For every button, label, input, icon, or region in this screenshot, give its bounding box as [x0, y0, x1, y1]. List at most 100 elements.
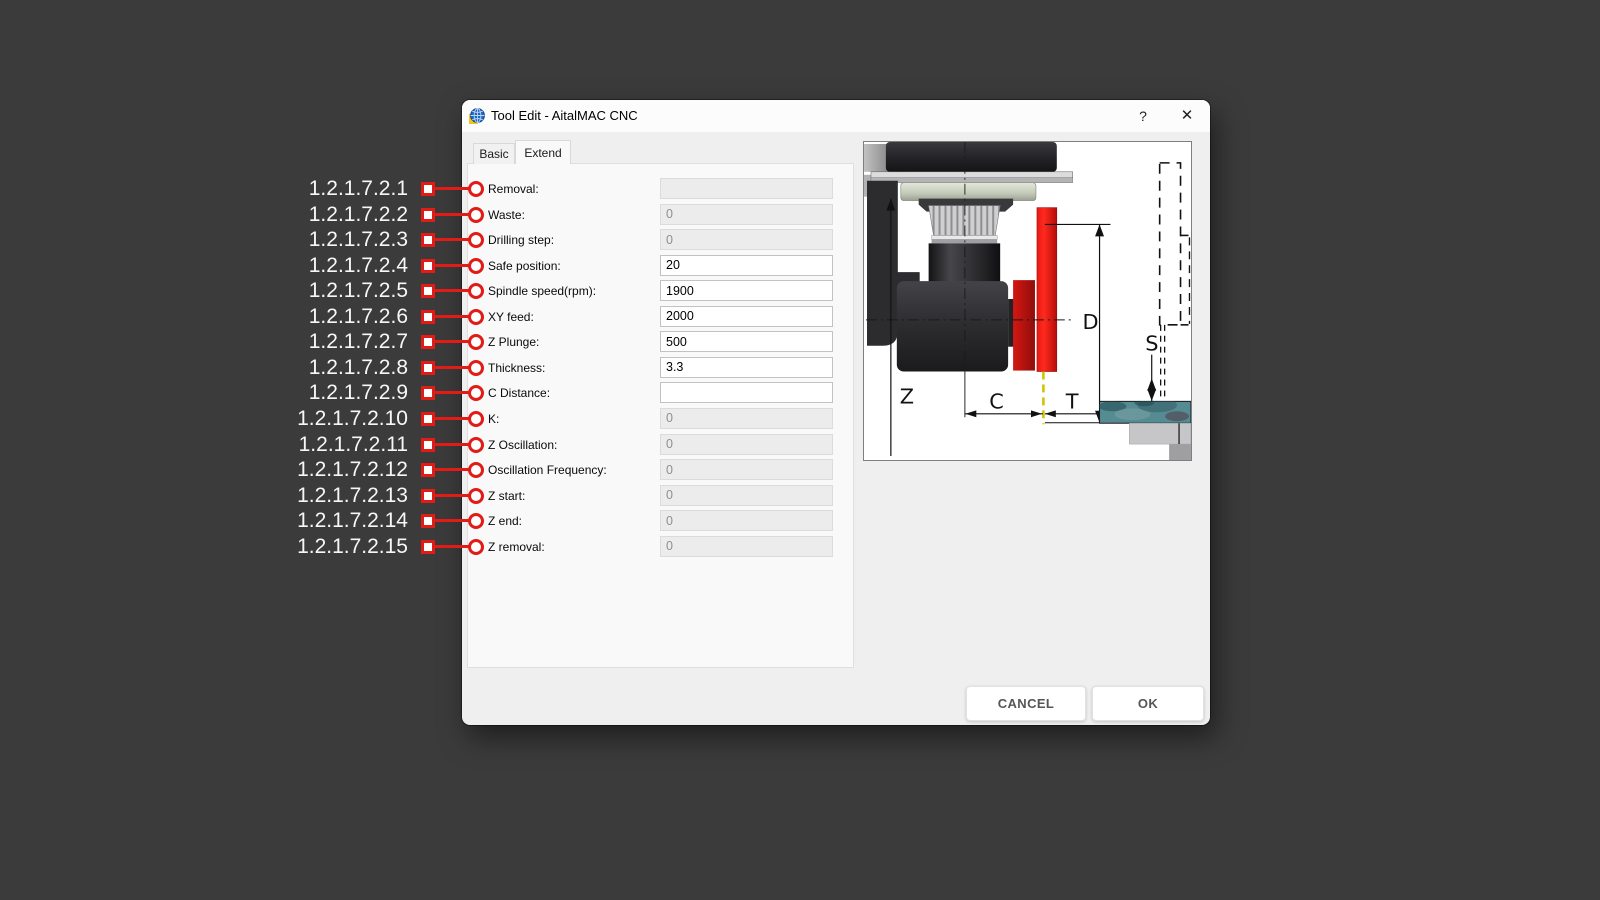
- field-label: Drilling step:: [488, 231, 554, 249]
- annotation-square-marker: [421, 412, 435, 426]
- field-input: [660, 510, 833, 531]
- close-icon[interactable]: ✕: [1175, 105, 1199, 127]
- field-label: XY feed:: [488, 308, 534, 326]
- field-input: [660, 178, 833, 199]
- annotation-circle-marker: [468, 283, 484, 299]
- annotation-square-marker: [421, 540, 435, 554]
- field-input: [660, 204, 833, 225]
- field-label: Z removal:: [488, 538, 545, 556]
- annotation-connector: [434, 264, 470, 267]
- field-row: 1.2.1.7.2.12 Oscillation Frequency:: [0, 457, 1600, 483]
- annotation-square-marker: [421, 463, 435, 477]
- field-row: 1.2.1.7.2.7 Z Plunge:: [0, 329, 1600, 355]
- field-input: [660, 536, 833, 557]
- cancel-button[interactable]: CANCEL: [966, 686, 1086, 721]
- annotation-connector: [434, 187, 470, 190]
- field-input: [660, 229, 833, 250]
- field-row: 1.2.1.7.2.2 Waste:: [0, 202, 1600, 228]
- field-row: 1.2.1.7.2.5 Spindle speed(rpm):: [0, 278, 1600, 304]
- field-input[interactable]: [660, 331, 833, 352]
- annotation-square-marker: [421, 310, 435, 324]
- field-label: Spindle speed(rpm):: [488, 282, 596, 300]
- annotation-number: 1.2.1.7.2.5: [240, 278, 408, 304]
- dialog-title: Tool Edit - AitalMAC CNC: [491, 108, 638, 123]
- annotation-circle-marker: [468, 488, 484, 504]
- annotation-square-marker: [421, 284, 435, 298]
- annotation-circle-marker: [468, 462, 484, 478]
- field-input[interactable]: [660, 255, 833, 276]
- field-input[interactable]: [660, 306, 833, 327]
- annotation-connector: [434, 238, 470, 241]
- field-row: 1.2.1.7.2.9 C Distance:: [0, 380, 1600, 406]
- annotation-connector: [434, 519, 470, 522]
- annotation-circle-marker: [468, 513, 484, 529]
- field-label: Safe position:: [488, 257, 561, 275]
- field-input[interactable]: [660, 280, 833, 301]
- app-globe-icon: [469, 108, 485, 124]
- field-row: 1.2.1.7.2.11 Z Oscillation:: [0, 432, 1600, 458]
- annotation-connector: [434, 417, 470, 420]
- field-label: Removal:: [488, 180, 539, 198]
- field-label: K:: [488, 410, 499, 428]
- annotation-circle-marker: [468, 258, 484, 274]
- annotation-number: 1.2.1.7.2.3: [240, 227, 408, 253]
- field-row: 1.2.1.7.2.3 Drilling step:: [0, 227, 1600, 253]
- annotation-number: 1.2.1.7.2.14: [240, 508, 408, 534]
- field-label: Z end:: [488, 512, 522, 530]
- annotation-circle-marker: [468, 360, 484, 376]
- annotation-circle-marker: [468, 309, 484, 325]
- annotation-connector: [434, 366, 470, 369]
- annotation-number: 1.2.1.7.2.2: [240, 202, 408, 228]
- field-label: Oscillation Frequency:: [488, 461, 607, 479]
- annotation-circle-marker: [468, 207, 484, 223]
- annotation-connector: [434, 494, 470, 497]
- titlebar: Tool Edit - AitalMAC CNC ? ✕: [462, 100, 1210, 132]
- annotation-square-marker: [421, 438, 435, 452]
- annotation-connector: [434, 545, 470, 548]
- field-label: C Distance:: [488, 384, 550, 402]
- annotation-number: 1.2.1.7.2.6: [240, 304, 408, 330]
- annotation-circle-marker: [468, 539, 484, 555]
- tab-basic[interactable]: Basic: [473, 143, 515, 164]
- field-input: [660, 459, 833, 480]
- field-row: 1.2.1.7.2.15 Z removal:: [0, 534, 1600, 560]
- annotation-square-marker: [421, 233, 435, 247]
- field-label: Z Plunge:: [488, 333, 539, 351]
- annotation-square-marker: [421, 208, 435, 222]
- annotation-number: 1.2.1.7.2.15: [240, 534, 408, 560]
- field-label: Z start:: [488, 487, 525, 505]
- annotation-square-marker: [421, 489, 435, 503]
- field-input[interactable]: [660, 382, 833, 403]
- annotation-connector: [434, 468, 470, 471]
- annotation-circle-marker: [468, 181, 484, 197]
- annotation-number: 1.2.1.7.2.4: [240, 253, 408, 279]
- field-row: 1.2.1.7.2.13 Z start:: [0, 483, 1600, 509]
- ok-button[interactable]: OK: [1092, 686, 1204, 721]
- annotation-connector: [434, 315, 470, 318]
- annotation-connector: [434, 443, 470, 446]
- annotation-square-marker: [421, 386, 435, 400]
- annotation-number: 1.2.1.7.2.9: [240, 380, 408, 406]
- spindle-housing: [886, 142, 1057, 172]
- annotation-connector: [434, 213, 470, 216]
- annotation-number: 1.2.1.7.2.1: [240, 176, 408, 202]
- field-input: [660, 434, 833, 455]
- tab-extend[interactable]: Extend: [515, 140, 571, 164]
- screen: Tool Edit - AitalMAC CNC ? ✕ Basic Exten…: [0, 0, 1600, 900]
- annotation-square-marker: [421, 514, 435, 528]
- field-input[interactable]: [660, 357, 833, 378]
- field-label: Z Oscillation:: [488, 436, 557, 454]
- field-row: 1.2.1.7.2.4 Safe position:: [0, 253, 1600, 279]
- field-row: 1.2.1.7.2.14 Z end:: [0, 508, 1600, 534]
- help-button[interactable]: ?: [1131, 105, 1155, 127]
- annotation-square-marker: [421, 335, 435, 349]
- annotation-square-marker: [421, 182, 435, 196]
- field-row: 1.2.1.7.2.10 K:: [0, 406, 1600, 432]
- annotation-circle-marker: [468, 385, 484, 401]
- field-row: 1.2.1.7.2.1 Removal:: [0, 176, 1600, 202]
- field-row: 1.2.1.7.2.8 Thickness:: [0, 355, 1600, 381]
- annotation-circle-marker: [468, 334, 484, 350]
- annotation-square-marker: [421, 361, 435, 375]
- field-input: [660, 485, 833, 506]
- annotation-number: 1.2.1.7.2.7: [240, 329, 408, 355]
